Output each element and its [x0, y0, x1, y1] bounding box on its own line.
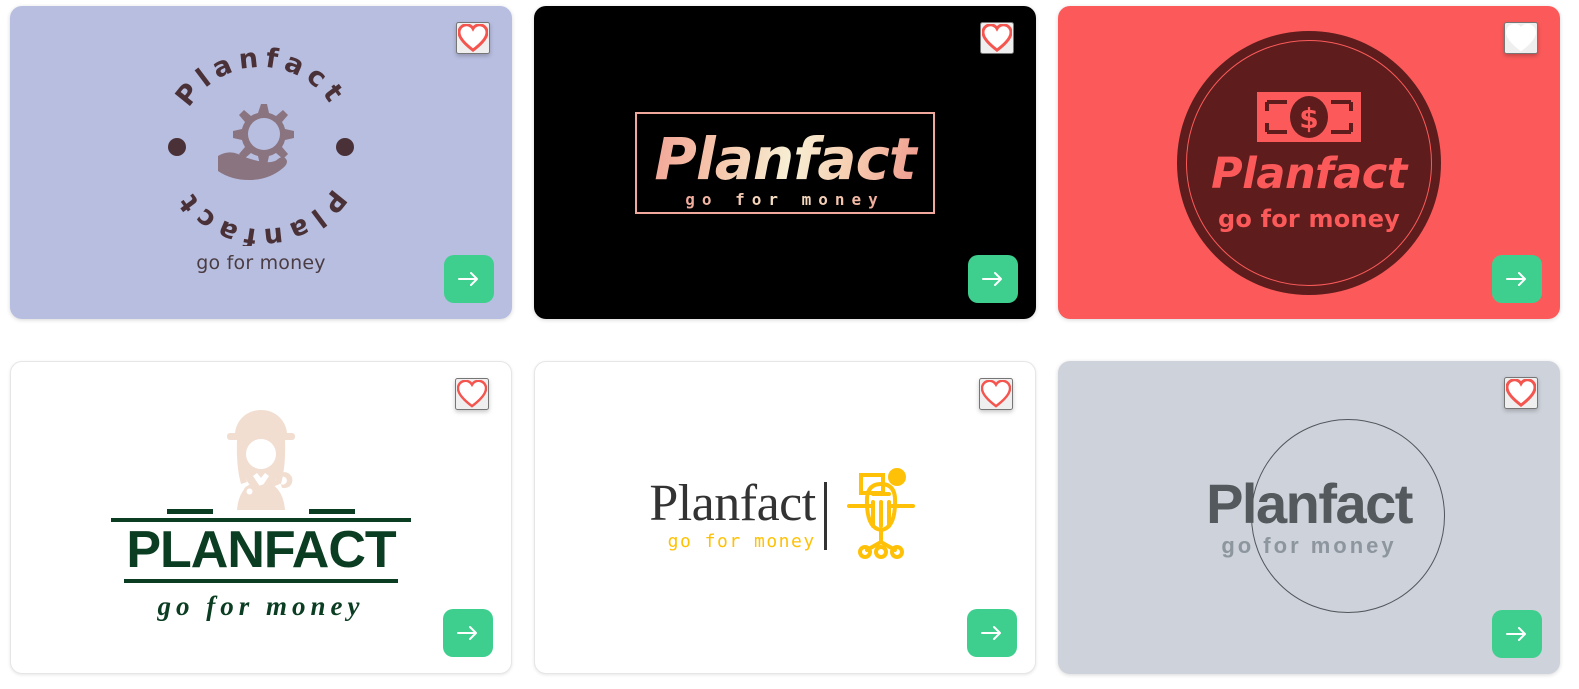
logo-vertical-divider [823, 481, 827, 550]
favorite-heart-button-1[interactable] [456, 22, 490, 54]
next-button-6[interactable] [1492, 610, 1542, 658]
next-button-2[interactable] [968, 255, 1018, 303]
next-button-1[interactable] [444, 255, 494, 303]
logo-card-4[interactable]: PLANFACT go for money [10, 361, 512, 674]
logo-text-block-6: Planfact go for money [1206, 472, 1413, 559]
heart-icon [1506, 379, 1536, 407]
tick-left [167, 508, 213, 514]
arrow-right-icon [458, 272, 478, 286]
office-chair-icon [841, 466, 921, 565]
favorite-heart-button-5[interactable] [979, 378, 1013, 410]
heart-icon [457, 380, 487, 408]
favorite-heart-button-3[interactable] [1504, 22, 1538, 54]
svg-text:Planfact: Planfact [170, 46, 353, 112]
logo-results-grid: Planfact Planfact go for money Planfact … [0, 0, 1579, 689]
arrow-right-icon [457, 626, 477, 640]
logo-art-3: $ Planfact go for money [1177, 30, 1441, 295]
logo-card-5[interactable]: Planfact go for money [534, 361, 1036, 674]
svg-text:Planfact: Planfact [169, 183, 352, 245]
logo-art-5: Planfact go for money [649, 466, 920, 565]
logo-title-5: Planfact [649, 475, 816, 533]
favorite-heart-button-4[interactable] [455, 378, 489, 410]
logo-tagline-2: go for money [677, 190, 893, 209]
worker-with-wrench-icon [111, 406, 411, 515]
logo-card-1[interactable]: Planfact Planfact go for money [10, 6, 512, 319]
arrow-right-icon [1506, 627, 1526, 641]
heart-icon [981, 380, 1011, 408]
logo-card-2[interactable]: Planfact go for money [534, 6, 1036, 319]
logo-card-3[interactable]: $ Planfact go for money [1058, 6, 1560, 319]
dollar-banknote-icon: $ [1257, 92, 1361, 147]
logo-tagline-6: go for money [1221, 533, 1397, 558]
next-button-4[interactable] [443, 609, 493, 657]
heart-icon [1506, 24, 1536, 52]
svg-text:$: $ [1299, 102, 1318, 135]
logo-title-4: PLANFACT [124, 524, 398, 583]
logo-title-6: Planfact [1206, 472, 1413, 535]
favorite-heart-button-2[interactable] [980, 22, 1014, 54]
next-button-3[interactable] [1492, 255, 1542, 303]
logo-art-4: PLANFACT go for money [111, 406, 411, 622]
arrow-right-icon [982, 272, 1002, 286]
logo-card-6[interactable]: Planfact go for money [1058, 361, 1560, 674]
logo-title-2: Planfact [651, 130, 919, 188]
arrow-right-icon [981, 626, 1001, 640]
logo-tagline-1: go for money [196, 251, 326, 274]
logo-art-2: Planfact go for money [635, 111, 935, 214]
logo-tagline-5: go for money [667, 530, 816, 552]
heart-icon [458, 24, 488, 52]
gear-in-hand-icon: Planfact Planfact [168, 46, 354, 246]
heart-icon [982, 24, 1012, 52]
logo-art-1: Planfact Planfact go for money [156, 46, 366, 274]
logo-art-6: Planfact go for money [1159, 413, 1459, 623]
arrow-right-icon [1506, 272, 1526, 286]
logo-tagline-3: go for money [1217, 205, 1401, 233]
next-button-5[interactable] [967, 609, 1017, 657]
logo-title-3: Planfact [1211, 149, 1407, 199]
logo-tagline-4: go for money [157, 590, 365, 621]
logo-text-block-5: Planfact go for money [649, 475, 816, 552]
favorite-heart-button-6[interactable] [1504, 377, 1538, 409]
circular-wordmark: Planfact Planfact [156, 46, 366, 246]
tick-right [309, 508, 355, 514]
